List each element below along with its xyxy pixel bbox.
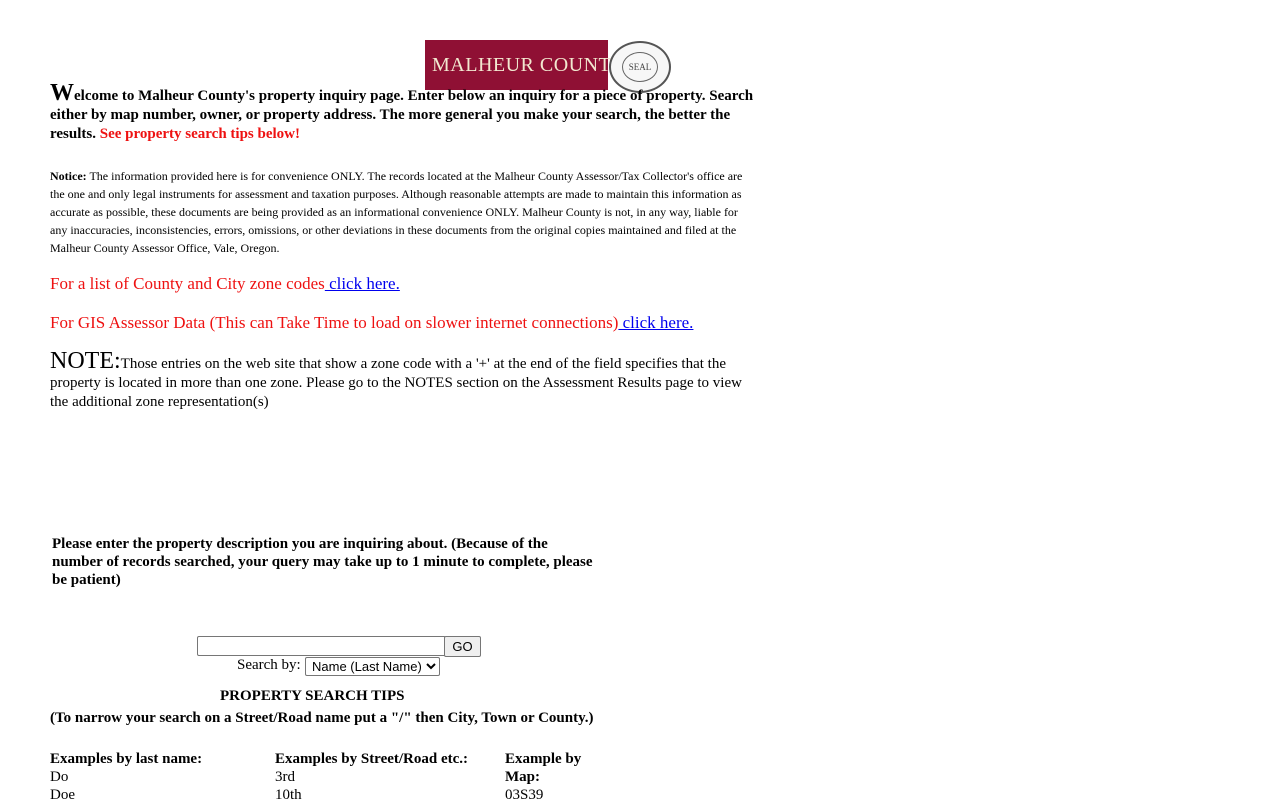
seal-center: SEAL — [622, 52, 658, 82]
zone-codes-line: For a list of County and City zone codes… — [50, 274, 400, 294]
gis-text: For GIS Assessor Data (This can Take Tim… — [50, 313, 619, 332]
column-header: Examples by Street/Road etc.: — [275, 751, 469, 767]
column-header: Example by Map: — [505, 751, 582, 785]
tips-title: PROPERTY SEARCH TIPS — [220, 688, 405, 704]
search-by-label: Search by: — [237, 657, 301, 673]
notice-paragraph: Notice: The information provided here is… — [50, 167, 755, 257]
list-item: 3rd — [275, 769, 295, 785]
zone-codes-link[interactable]: click here. — [325, 274, 400, 293]
note-paragraph: NOTE:Those entries on the web site that … — [50, 349, 750, 412]
search-by-select[interactable]: Name (Last Name) — [305, 657, 440, 676]
search-instructions: Please enter the property description yo… — [52, 536, 593, 588]
gis-line: For GIS Assessor Data (This can Take Tim… — [50, 313, 693, 333]
gis-link[interactable]: click here. — [618, 313, 694, 332]
go-button[interactable]: GO — [444, 636, 481, 657]
search-tips-note: See property search tips below! — [99, 126, 300, 142]
note-label: NOTE: — [50, 348, 121, 374]
list-item: 10th — [275, 787, 302, 803]
malheur-county-logo: MALHEUR COUNTY — [425, 40, 626, 90]
tips-column-map: Example by Map: 03S39 — [505, 750, 605, 804]
list-item: Doe — [50, 787, 75, 803]
notice-text: The information provided here is for con… — [50, 169, 743, 255]
logo-text: MALHEUR COUNTY — [432, 53, 627, 76]
search-input[interactable] — [197, 636, 446, 656]
tips-column-last-name: Examples by last name: Do Doe — [50, 750, 270, 804]
column-header: Examples by last name: — [50, 751, 203, 767]
welcome-dropcap: W — [50, 80, 74, 106]
zone-codes-text: For a list of County and City zone codes — [50, 274, 325, 293]
note-text: Those entries on the web site that show … — [50, 356, 742, 410]
notice-label: Notice: — [50, 169, 87, 183]
welcome-paragraph: Welcome to Malheur County's property inq… — [50, 81, 755, 144]
list-item: Do — [50, 769, 69, 785]
list-item: 03S39 — [505, 787, 544, 803]
tips-subtitle: (To narrow your search on a Street/Road … — [50, 710, 594, 726]
tips-column-street: Examples by Street/Road etc.: 3rd 10th — [275, 750, 500, 804]
